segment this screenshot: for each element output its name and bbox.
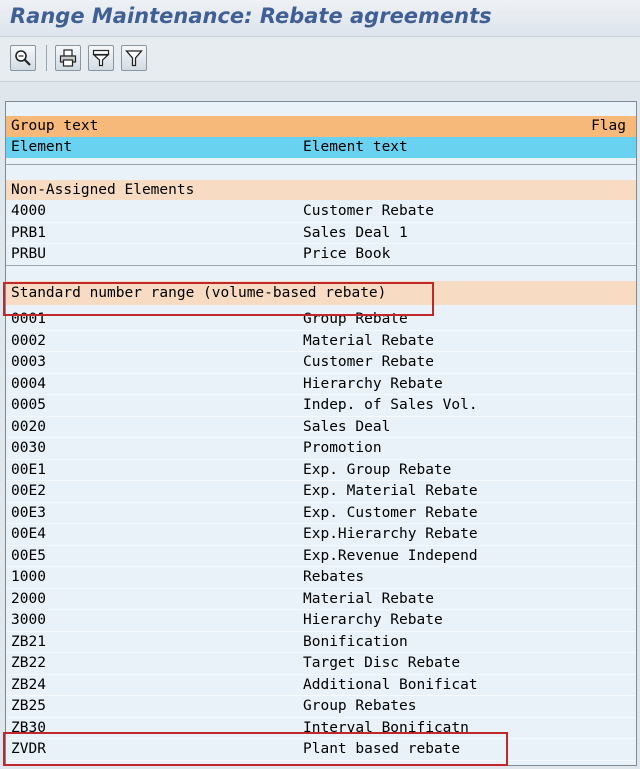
element-id: 2000 [11,590,46,607]
table-row[interactable]: 0002 Material Rebate [6,330,636,352]
table-row[interactable]: 0004 Hierarchy Rebate [6,373,636,395]
table-row[interactable]: 3000 Hierarchy Rebate [6,610,636,632]
element-text: Price Book [303,246,391,262]
group-title-row[interactable]: Non-Assigned Elements [6,180,636,200]
element-text: Group Rebates [303,698,417,714]
table-row[interactable]: ZB22 Target Disc Rebate [6,653,636,675]
table-row[interactable]: 00E3 Exp. Customer Rebate [6,502,636,524]
element-id: 00E3 [11,504,46,521]
header-group-text[interactable]: Group text [11,116,98,137]
group-standard-range: Standard number range (volume-based reba… [6,265,636,305]
element-text: Target Disc Rebate [303,655,461,671]
group-title: Standard number range (volume-based reba… [11,285,387,301]
element-id: 0020 [11,418,46,435]
element-text: Sales Deal [303,418,391,435]
element-id: ZB24 [11,676,46,693]
table-header-columns: Element Element text [6,137,636,158]
element-id: 0003 [11,354,46,370]
table-row[interactable]: 00E2 Exp. Material Rebate [6,481,636,503]
element-id: 00E4 [11,526,46,542]
element-id: 00E1 [11,461,46,478]
group-title-row[interactable]: Standard number range (volume-based reba… [6,281,636,305]
element-id: ZB21 [11,633,46,650]
element-text: Customer Rebate [303,354,434,370]
element-text: Customer Rebate [303,203,434,219]
element-text: Indep. of Sales Vol. [303,397,478,413]
element-text: Exp.Hierarchy Rebate [303,526,478,542]
table-header-group: Group text Flag [6,116,636,137]
zoom-icon [15,50,31,66]
element-id: 0030 [11,440,46,456]
table-row[interactable]: 1000 Rebates [6,567,636,589]
table-row[interactable]: ZB21 Bonification [6,631,636,653]
table-row[interactable]: 2000 Material Rebate [6,588,636,610]
element-id: ZB22 [11,655,46,671]
print-icon [59,49,77,67]
element-text: Bonification [303,633,408,650]
element-text: Hierarchy Rebate [303,375,443,392]
table-row[interactable]: 00E1 Exp. Group Rebate [6,459,636,481]
window-title: Range Maintenance: Rebate agreements [10,4,492,28]
group-title: Non-Assigned Elements [11,182,195,198]
element-id: ZB30 [11,719,46,736]
header-element-text[interactable]: Element text [303,137,408,158]
toolbar-separator [46,45,47,71]
table-row[interactable]: ZB30 Interval Bonificatn [6,717,636,739]
filter-set-icon [92,49,110,67]
element-id: 0001 [11,311,46,327]
element-text: Promotion [303,440,382,456]
element-id: PRBU [11,246,46,262]
table-row[interactable]: PRBU Price Book [6,244,636,266]
filter-button[interactable] [121,45,147,71]
element-text: Material Rebate [303,590,434,607]
element-text: Plant based rebate [303,741,461,757]
element-id: 00E5 [11,547,46,564]
table-row[interactable]: 0030 Promotion [6,438,636,460]
element-id: ZB25 [11,698,46,714]
table-row[interactable]: 0005 Indep. of Sales Vol. [6,395,636,417]
table-row[interactable]: ZB24 Additional Bonificat [6,674,636,696]
table-row[interactable]: 00E4 Exp.Hierarchy Rebate [6,524,636,546]
element-id: ZVDR [11,741,46,757]
element-id: PRB1 [11,224,46,241]
header-flag[interactable]: Flag [591,116,626,137]
element-id: 0002 [11,332,46,349]
element-text: Material Rebate [303,332,434,349]
table-row[interactable]: 0003 Customer Rebate [6,352,636,374]
element-text: Sales Deal 1 [303,224,408,241]
element-id: 0004 [11,375,46,392]
table-row[interactable]: ZB25 Group Rebates [6,696,636,718]
element-text: Exp.Revenue Independ [303,547,478,564]
toolbar [0,36,640,82]
table-row[interactable]: 0001 Group Rebate [6,309,636,331]
table-row[interactable]: 0020 Sales Deal [6,416,636,438]
element-text: Rebates [303,569,365,585]
table-row[interactable]: PRB1 Sales Deal 1 [6,222,636,244]
table-row[interactable]: 4000 Customer Rebate [6,201,636,223]
print-button[interactable] [55,45,81,71]
element-text: Hierarchy Rebate [303,612,443,628]
element-id: 1000 [11,569,46,585]
element-id: 4000 [11,203,46,219]
range-table: Group text Flag Element Element text Non… [3,101,637,766]
element-id: 00E2 [11,483,46,499]
table-row[interactable]: 00E5 Exp.Revenue Independ [6,545,636,567]
title-bar: Range Maintenance: Rebate agreements [0,0,640,36]
element-text: Interval Bonificatn [303,719,469,736]
element-text: Exp. Group Rebate [303,461,452,478]
element-id: 0005 [11,397,46,413]
element-text: Exp. Material Rebate [303,483,478,499]
table-row[interactable]: ZVDR Plant based rebate [6,739,636,761]
element-id: 3000 [11,612,46,628]
filter-icon [125,50,143,67]
element-text: Exp. Customer Rebate [303,504,478,521]
element-text: Additional Bonificat [303,676,478,693]
set-filter-button[interactable] [88,45,114,71]
zoom-button[interactable] [10,45,36,71]
header-element[interactable]: Element [11,137,72,158]
element-text: Group Rebate [303,311,408,327]
group-non-assigned: Non-Assigned Elements [6,164,636,200]
